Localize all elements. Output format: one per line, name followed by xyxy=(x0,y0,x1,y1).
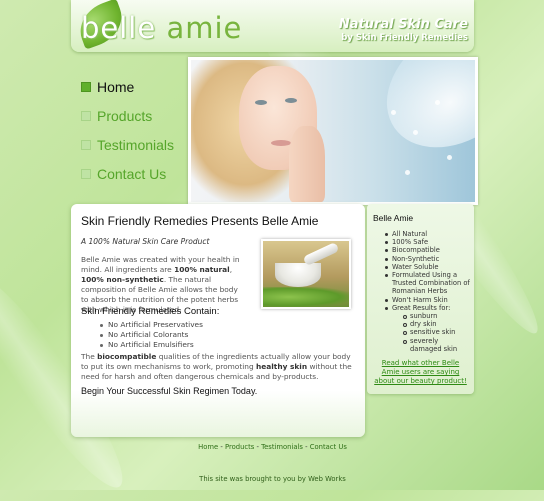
results-label: Great Results for: xyxy=(392,303,451,312)
list-item: Biocompatible xyxy=(385,246,471,254)
list-item: dry skin xyxy=(403,320,471,328)
tagline-subtitle: by Skin Friendly Remedies xyxy=(341,33,468,43)
bio-bold-healthy-skin: healthy skin xyxy=(256,362,308,371)
hero-hand xyxy=(289,126,325,202)
intro-bold-nonsynthetic: 100% non-synthetic xyxy=(81,275,164,284)
list-item: No Artificial Preservatives xyxy=(100,320,203,330)
list-item: No Artificial Emulsifiers xyxy=(100,340,203,350)
footer-link-products[interactable]: Products xyxy=(225,443,254,451)
site-logo[interactable]: belle amie xyxy=(81,11,242,45)
hero-eye xyxy=(285,98,297,103)
hero-leaf xyxy=(363,60,475,174)
bio-bold-biocompatible: biocompatible xyxy=(97,352,157,361)
hero-lips xyxy=(271,140,291,146)
mortar-pestle-image xyxy=(261,239,351,309)
contains-list: No Artificial Preservatives No Artificia… xyxy=(100,320,203,350)
list-item: Won't Harm Skin xyxy=(385,296,471,304)
nav-label: Products xyxy=(97,107,153,124)
list-item: Water Soluble xyxy=(385,263,471,271)
list-item: sunburn xyxy=(403,312,471,320)
herb-leaves xyxy=(263,287,349,307)
nav-bullet-icon xyxy=(81,168,91,179)
nav-bullet-icon xyxy=(81,110,91,121)
water-drop xyxy=(413,130,418,135)
nav-item-testimonials[interactable]: Testimonials xyxy=(81,130,174,159)
list-item: Non-Synthetic xyxy=(385,255,471,263)
closing-line: Begin Your Successful Skin Regimen Today… xyxy=(81,386,258,396)
list-item: Formulated Using a Trusted Combination o… xyxy=(385,271,471,296)
water-drop xyxy=(447,155,452,160)
nav-label: Contact Us xyxy=(97,165,167,182)
nav-item-home[interactable]: Home xyxy=(81,72,174,101)
tagline-title: Natural Skin Care xyxy=(338,17,468,32)
nav-label: Home xyxy=(97,78,135,95)
biocompatible-paragraph: The biocompatible qualities of the ingre… xyxy=(81,352,357,382)
list-item: severely damaged skin xyxy=(403,337,471,353)
footer-nav: Home - Products - Testimonials - Contact… xyxy=(71,443,474,451)
intro-bold-natural: 100% natural xyxy=(174,265,230,274)
hero-eye xyxy=(255,100,267,105)
site-header: belle amie Natural Skin Care by Skin Fri… xyxy=(71,0,474,52)
page-title: Skin Friendly Remedies Presents Belle Am… xyxy=(81,214,319,228)
sidebar: Belle Amie All Natural 100% Safe Biocomp… xyxy=(367,204,474,394)
list-item: sensitive skin xyxy=(403,328,471,336)
features-list: All Natural 100% Safe Biocompatible Non-… xyxy=(385,230,471,353)
logo-word-belle: belle xyxy=(81,11,167,45)
testimonials-link[interactable]: Read what other Belle Amie users are say… xyxy=(373,359,468,386)
list-item: 100% Safe xyxy=(385,238,471,246)
nav-item-contact-us[interactable]: Contact Us xyxy=(81,159,174,188)
footer-credit: This site was brought to you by Web Work… xyxy=(199,475,346,483)
water-drop xyxy=(391,110,396,115)
footer-separator: - xyxy=(218,443,225,451)
results-sublist: sunburn dry skin sensitive skin severely… xyxy=(392,312,471,353)
water-drop xyxy=(435,100,440,105)
list-item: No Artificial Colorants xyxy=(100,330,203,340)
footer-link-testimonials[interactable]: Testimonials xyxy=(261,443,303,451)
nav-label: Testimonials xyxy=(97,136,175,153)
footer-link-home[interactable]: Home xyxy=(198,443,218,451)
pestle xyxy=(302,241,340,267)
footer-link-contact-us[interactable]: Contact Us xyxy=(310,443,347,451)
nav-item-products[interactable]: Products xyxy=(81,101,174,130)
logo-word-amie: amie xyxy=(166,11,243,45)
intro-separator: , xyxy=(229,265,233,274)
bio-text: The xyxy=(81,352,98,361)
list-item: All Natural xyxy=(385,230,471,238)
footer-separator: - xyxy=(302,443,310,451)
sidebar-title: Belle Amie xyxy=(373,213,414,223)
main-content: Skin Friendly Remedies Presents Belle Am… xyxy=(71,204,365,437)
page-subtitle: A 100% Natural Skin Care Product xyxy=(81,237,210,246)
nav-bullet-icon xyxy=(81,81,91,92)
contains-heading: Skin Friendly Remedies Contain: xyxy=(81,306,220,317)
nav-bullet-icon xyxy=(81,139,91,150)
water-drop xyxy=(405,170,410,175)
main-nav: Home Products Testimonials Contact Us xyxy=(81,72,174,188)
mortar-bowl xyxy=(275,263,321,287)
list-item-results: Great Results for: sunburn dry skin sens… xyxy=(385,304,471,353)
hero-photo xyxy=(188,57,478,205)
